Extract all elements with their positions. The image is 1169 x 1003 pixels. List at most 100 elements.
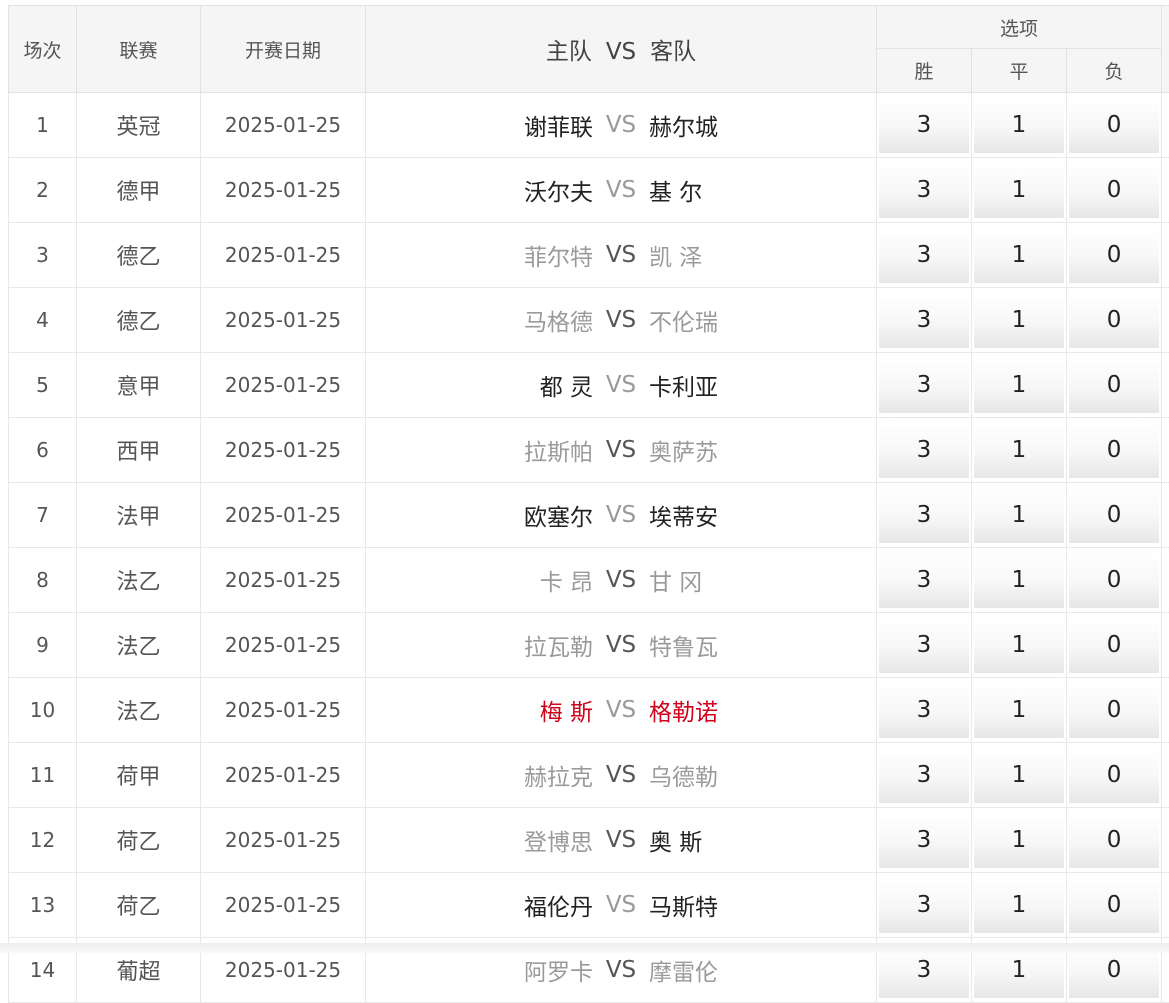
header-date: 开赛日期: [201, 6, 366, 93]
draw-option-button[interactable]: 1: [974, 227, 1064, 283]
matchup: 登博思VS奥 斯: [366, 823, 876, 857]
matchup: 沃尔夫VS基 尔: [366, 173, 876, 207]
draw-option-button[interactable]: 1: [974, 812, 1064, 868]
match-row: 11荷甲2025-01-25赫拉克VS乌德勒310: [9, 743, 1169, 808]
draw-option-button[interactable]: 1: [974, 487, 1064, 543]
loss-cell: 0: [1067, 418, 1162, 483]
draw-option-button[interactable]: 1: [974, 747, 1064, 803]
match-date: 2025-01-25: [201, 873, 366, 938]
loss-option-button[interactable]: 0: [1069, 747, 1159, 803]
loss-option-button[interactable]: 0: [1069, 617, 1159, 673]
matchup-cell: 谢菲联VS赫尔城: [366, 93, 877, 158]
away-team: 甘 冈: [649, 563, 829, 597]
loss-option-button[interactable]: 0: [1069, 97, 1159, 153]
loss-cell: 0: [1067, 548, 1162, 613]
header-home: 主队: [546, 39, 592, 65]
loss-option-button[interactable]: 0: [1069, 487, 1159, 543]
matchup-cell: 福伦丹VS马斯特: [366, 873, 877, 938]
matchup-cell: 登博思VS奥 斯: [366, 808, 877, 873]
match-row: 1英冠2025-01-25谢菲联VS赫尔城310: [9, 93, 1169, 158]
loss-option-button[interactable]: 0: [1069, 812, 1159, 868]
draw-option-button[interactable]: 1: [974, 682, 1064, 738]
win-option-button[interactable]: 3: [879, 812, 969, 868]
loss-cell: 0: [1067, 873, 1162, 938]
loss-option-button[interactable]: 0: [1069, 357, 1159, 413]
win-option-button[interactable]: 3: [879, 487, 969, 543]
home-team: 谢菲联: [413, 108, 593, 142]
draw-option-button[interactable]: 1: [974, 422, 1064, 478]
row-spacer: [1162, 548, 1169, 613]
win-option-button[interactable]: 3: [879, 747, 969, 803]
draw-cell: 1: [972, 743, 1067, 808]
match-number: 6: [9, 418, 77, 483]
header-no: 场次: [9, 6, 77, 93]
match-number: 11: [9, 743, 77, 808]
draw-cell: 1: [972, 418, 1067, 483]
draw-option-button[interactable]: 1: [974, 162, 1064, 218]
win-option-button[interactable]: 3: [879, 292, 969, 348]
row-spacer: [1162, 678, 1169, 743]
match-number: 2: [9, 158, 77, 223]
win-option-button[interactable]: 3: [879, 357, 969, 413]
matchup: 阿罗卡VS摩雷伦: [366, 953, 876, 987]
draw-option-button[interactable]: 1: [974, 877, 1064, 933]
league-name: 德乙: [77, 288, 201, 353]
away-team: 赫尔城: [649, 108, 829, 142]
draw-cell: 1: [972, 678, 1067, 743]
loss-option-button[interactable]: 0: [1069, 877, 1159, 933]
row-spacer: [1162, 418, 1169, 483]
loss-option-button[interactable]: 0: [1069, 227, 1159, 283]
home-team: 都 灵: [413, 368, 593, 402]
loss-cell: 0: [1067, 678, 1162, 743]
draw-option-button[interactable]: 1: [974, 292, 1064, 348]
vs-label: VS: [593, 307, 649, 333]
win-cell: 3: [877, 808, 972, 873]
home-team: 登博思: [413, 823, 593, 857]
row-spacer: [1162, 93, 1169, 158]
loss-option-button[interactable]: 0: [1069, 422, 1159, 478]
away-team: 摩雷伦: [649, 953, 829, 987]
loss-option-button[interactable]: 0: [1069, 682, 1159, 738]
loss-cell: 0: [1067, 353, 1162, 418]
away-team: 乌德勒: [649, 758, 829, 792]
draw-option-button[interactable]: 1: [974, 552, 1064, 608]
match-date: 2025-01-25: [201, 353, 366, 418]
win-option-button[interactable]: 3: [879, 877, 969, 933]
loss-cell: 0: [1067, 743, 1162, 808]
home-team: 沃尔夫: [413, 173, 593, 207]
vs-label: VS: [593, 567, 649, 593]
win-option-button[interactable]: 3: [879, 617, 969, 673]
draw-cell: 1: [972, 158, 1067, 223]
loss-option-button[interactable]: 0: [1069, 292, 1159, 348]
win-option-button[interactable]: 3: [879, 162, 969, 218]
win-cell: 3: [877, 548, 972, 613]
win-cell: 3: [877, 743, 972, 808]
match-row: 9法乙2025-01-25拉瓦勒VS特鲁瓦310: [9, 613, 1169, 678]
win-option-button[interactable]: 3: [879, 422, 969, 478]
draw-cell: 1: [972, 548, 1067, 613]
loss-option-button[interactable]: 0: [1069, 552, 1159, 608]
match-row: 2德甲2025-01-25沃尔夫VS基 尔310: [9, 158, 1169, 223]
loss-option-button[interactable]: 0: [1069, 162, 1159, 218]
vs-label: VS: [593, 177, 649, 203]
league-name: 法甲: [77, 483, 201, 548]
draw-option-button[interactable]: 1: [974, 617, 1064, 673]
away-team: 埃蒂安: [649, 498, 829, 532]
header-loss: 负: [1067, 49, 1162, 93]
matchup: 拉瓦勒VS特鲁瓦: [366, 628, 876, 662]
match-date: 2025-01-25: [201, 808, 366, 873]
win-option-button[interactable]: 3: [879, 97, 969, 153]
win-option-button[interactable]: 3: [879, 227, 969, 283]
league-name: 法乙: [77, 548, 201, 613]
match-row: 3德乙2025-01-25菲尔特VS凯 泽310: [9, 223, 1169, 288]
win-option-button[interactable]: 3: [879, 682, 969, 738]
draw-option-button[interactable]: 1: [974, 97, 1064, 153]
header-spacer: [1162, 6, 1169, 93]
draw-cell: 1: [972, 808, 1067, 873]
home-team: 福伦丹: [413, 888, 593, 922]
match-table: 场次 联赛 开赛日期 主队VS客队 选项 胜 平 负 1英冠2025-01-25…: [8, 5, 1169, 1003]
draw-option-button[interactable]: 1: [974, 357, 1064, 413]
matchup: 菲尔特VS凯 泽: [366, 238, 876, 272]
loss-cell: 0: [1067, 158, 1162, 223]
win-option-button[interactable]: 3: [879, 552, 969, 608]
